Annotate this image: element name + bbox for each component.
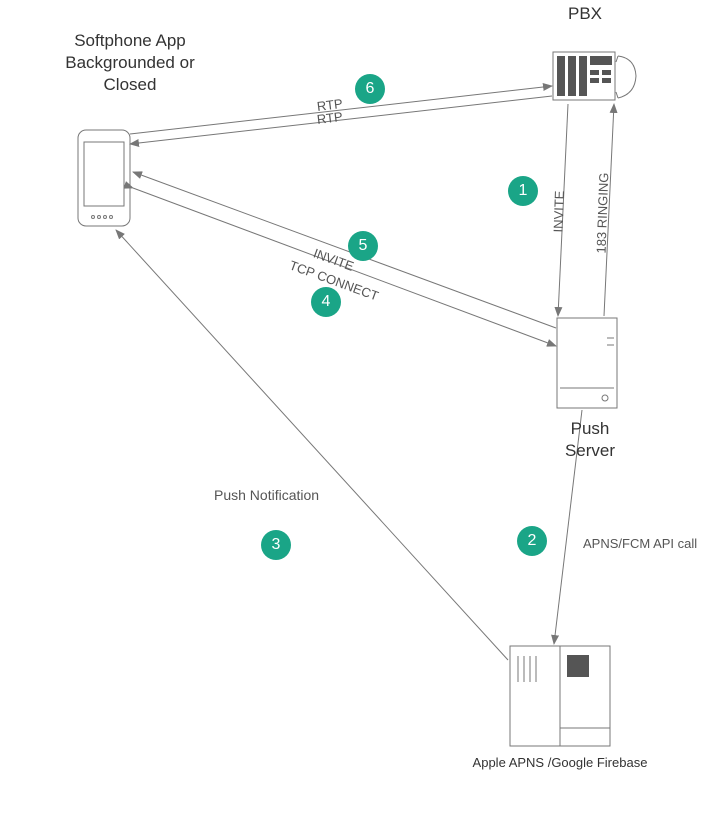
ringing-label: 183 RINGING [594, 172, 612, 253]
push-server-label-l1: Push [571, 419, 610, 438]
pbx-icon [553, 52, 636, 100]
step-6-badge: 6 [355, 74, 385, 104]
diagram-canvas [0, 0, 707, 816]
push-server-label-l2: Server [565, 441, 615, 460]
pbx-label: PBX [540, 3, 630, 25]
rtp-bottom-label: RTP [316, 109, 343, 127]
softphone-label-l1: Softphone App [74, 31, 186, 50]
step-2-badge: 2 [517, 526, 547, 556]
apns-server-label: Apple APNS /Google Firebase [460, 755, 660, 772]
push-server-label: Push Server [550, 418, 630, 462]
step-3-badge: 3 [261, 530, 291, 560]
softphone-label-l3: Closed [104, 75, 157, 94]
step-4-badge: 4 [311, 287, 341, 317]
step-1-badge: 1 [508, 176, 538, 206]
smartphone-icon [78, 130, 130, 226]
invite-pbx-push-label: INVITE [551, 190, 567, 232]
push-notification-label: Push Notification [214, 487, 319, 503]
step-5-badge: 5 [348, 231, 378, 261]
push-server-icon [557, 318, 617, 408]
softphone-label: Softphone App Backgrounded or Closed [30, 30, 230, 96]
apns-api-label: APNS/FCM API call [583, 536, 697, 551]
apns-server-icon [510, 646, 610, 746]
softphone-label-l2: Backgrounded or [65, 53, 194, 72]
